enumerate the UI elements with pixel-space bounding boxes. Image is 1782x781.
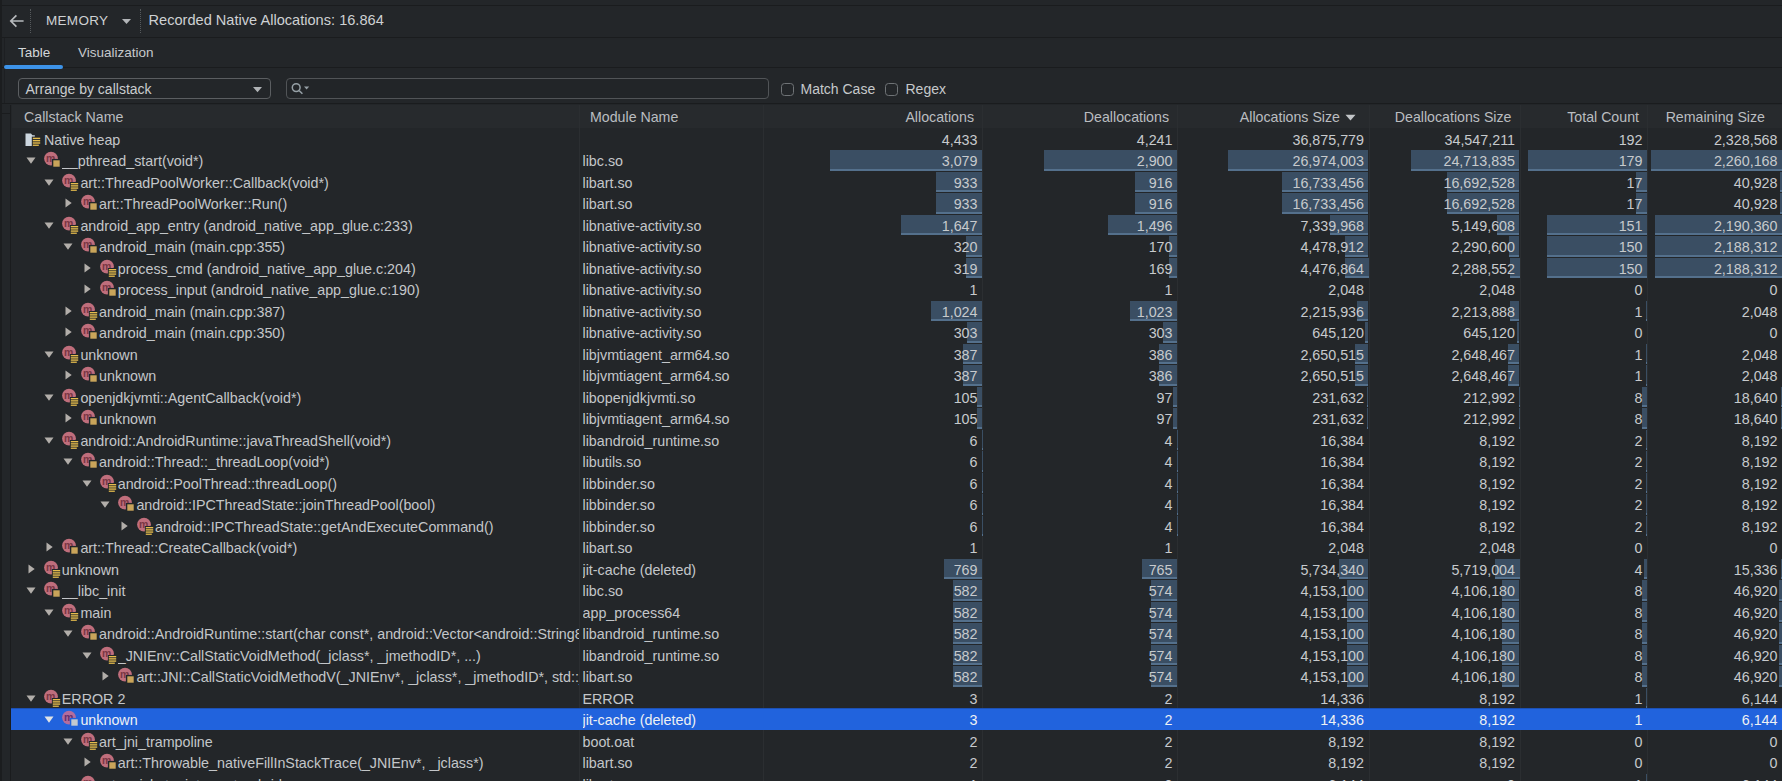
svg-text:m: m xyxy=(83,776,92,781)
